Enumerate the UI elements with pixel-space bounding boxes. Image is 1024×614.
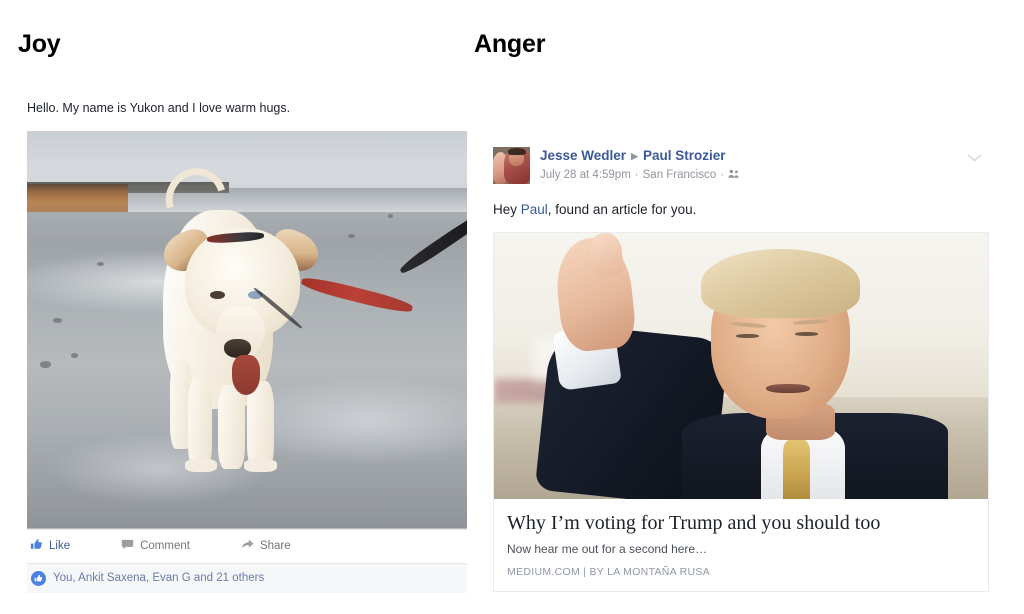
photo-cliff xyxy=(27,184,129,215)
page-title-joy: Joy xyxy=(18,30,61,58)
photo-dog-leg xyxy=(247,381,275,469)
anger-post-header: Jesse Wedler ▶ Paul Strozier July 28 at … xyxy=(490,144,990,184)
meta-separator: · xyxy=(720,168,724,181)
mention-link[interactable]: Paul xyxy=(521,202,548,217)
joy-post-card: Hello. My name is Yukon and I love warm … xyxy=(18,100,490,593)
joy-post-likes-bar: You, Ankit Saxena, Evan G and 21 others xyxy=(27,562,467,593)
comment-button-label: Comment xyxy=(140,540,190,552)
shared-link-title[interactable]: Why I’m voting for Trump and you should … xyxy=(507,511,975,535)
photo-dog-eye xyxy=(209,290,225,300)
meta-separator: · xyxy=(634,168,639,181)
anger-post-card: Jesse Wedler ▶ Paul Strozier July 28 at … xyxy=(490,144,990,592)
photo-dog-paw xyxy=(244,458,277,473)
shared-link-description: Now hear me out for a second here… xyxy=(507,541,708,556)
message-prefix: Hey xyxy=(493,202,521,217)
share-button[interactable]: Share xyxy=(241,538,291,554)
post-byline: Jesse Wedler ▶ Paul Strozier xyxy=(540,148,740,165)
like-button[interactable]: Like xyxy=(30,538,70,554)
comment-bubble-icon xyxy=(121,538,134,554)
joy-post-caption: Hello. My name is Yukon and I love warm … xyxy=(27,101,291,115)
triangle-right-icon: ▶ xyxy=(631,150,638,161)
author-name-link[interactable]: Jesse Wedler xyxy=(540,148,626,165)
thumbs-up-icon xyxy=(30,538,43,554)
photo-pebble xyxy=(40,361,51,368)
photo-dog-tongue xyxy=(231,355,261,396)
likes-summary-text[interactable]: You, Ankit Saxena, Evan G and 21 others xyxy=(53,572,264,584)
shared-link-card[interactable]: Why I’m voting for Trump and you should … xyxy=(493,231,989,592)
share-arrow-icon xyxy=(241,538,254,554)
joy-post-action-bar: Like Comment Share xyxy=(27,528,467,563)
shared-link-body: Why I’m voting for Trump and you should … xyxy=(494,498,988,591)
link-photo-necktie xyxy=(782,440,811,499)
thumbs-up-badge-icon xyxy=(31,570,46,586)
chevron-down-icon[interactable] xyxy=(967,151,982,166)
friends-icon[interactable] xyxy=(728,168,740,184)
share-button-label: Share xyxy=(259,540,291,552)
message-suffix: , found an article for you. xyxy=(547,202,697,217)
shared-link-image[interactable] xyxy=(494,232,988,499)
shared-link-source: MEDIUM.COM | BY LA MONTAÑA RUSA xyxy=(507,565,711,578)
photo-pebble xyxy=(71,353,79,358)
link-photo-hair xyxy=(701,248,860,318)
post-location[interactable]: San Francisco xyxy=(643,169,717,183)
photo-pebble xyxy=(97,261,104,266)
anger-post-message: Hey Paul, found an article for you. xyxy=(490,200,990,220)
link-photo-mouth xyxy=(765,384,811,394)
page-title-anger: Anger xyxy=(474,30,546,58)
avatar[interactable] xyxy=(493,147,530,184)
photo-dog-leg xyxy=(218,385,245,469)
photo-dog-leg xyxy=(187,377,213,469)
avatar-hair xyxy=(507,147,527,156)
photo-dog-paw xyxy=(185,458,218,473)
recipient-name-link[interactable]: Paul Strozier xyxy=(643,148,726,165)
joy-post-photo[interactable] xyxy=(27,130,467,529)
anger-post-meta: Jesse Wedler ▶ Paul Strozier July 28 at … xyxy=(540,147,740,184)
like-button-label: Like xyxy=(49,540,71,552)
link-photo-eye xyxy=(736,333,759,338)
comment-button[interactable]: Comment xyxy=(121,538,190,554)
post-subline: July 28 at 4:59pm · San Francisco · xyxy=(540,168,740,184)
photo-pebble xyxy=(387,214,394,218)
post-timestamp[interactable]: July 28 at 4:59pm xyxy=(540,169,631,183)
